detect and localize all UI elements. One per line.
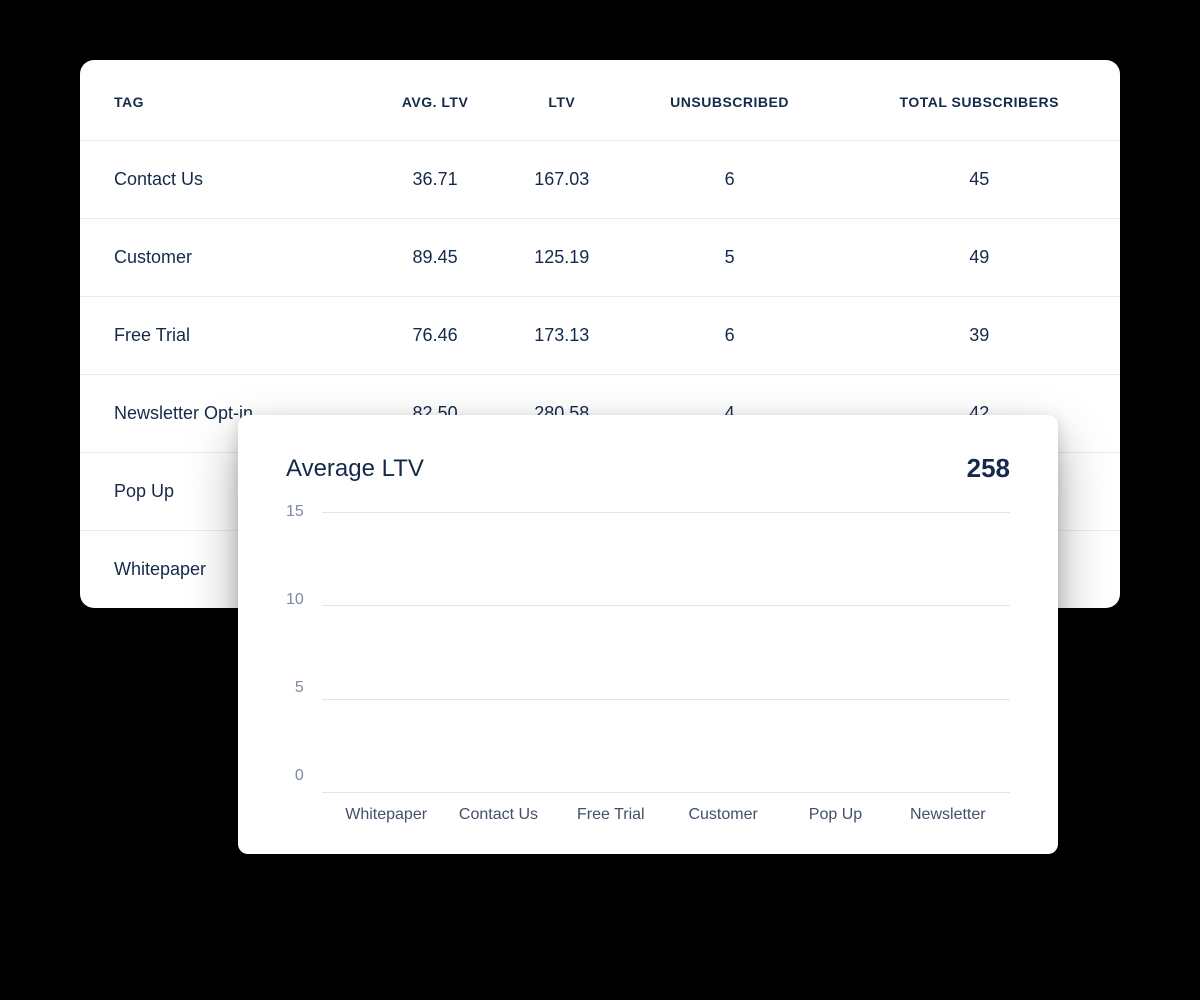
- cell-tag: Free Trial: [80, 297, 367, 375]
- x-tick-label: Customer: [673, 806, 773, 824]
- table-row: Free Trial76.46173.13639: [80, 297, 1120, 375]
- x-tick-label: Whitepaper: [336, 806, 436, 824]
- cell-total_subscribers: 49: [838, 219, 1120, 297]
- table-header-row: TAG AVG. LTV LTV UNSUBSCRIBED TOTAL SUBS…: [80, 60, 1120, 141]
- chart-header: Average LTV 258: [286, 453, 1010, 484]
- col-header-unsubscribed: UNSUBSCRIBED: [621, 60, 839, 141]
- y-tick-label: 10: [286, 592, 304, 608]
- table-row: Contact Us36.71167.03645: [80, 141, 1120, 219]
- cell-unsubscribed: 5: [621, 219, 839, 297]
- cell-avg_ltv: 89.45: [367, 219, 503, 297]
- x-tick-label: Pop Up: [785, 806, 885, 824]
- col-header-ltv: LTV: [503, 60, 621, 141]
- cell-avg_ltv: 76.46: [367, 297, 503, 375]
- col-header-avg-ltv: AVG. LTV: [367, 60, 503, 141]
- cell-ltv: 173.13: [503, 297, 621, 375]
- cell-total_subscribers: 45: [838, 141, 1120, 219]
- cell-tag: Customer: [80, 219, 367, 297]
- y-tick-label: 0: [286, 768, 304, 784]
- chart-plot-area: 15 10 5 0: [286, 512, 1010, 792]
- x-tick-label: Free Trial: [561, 806, 661, 824]
- chart-x-axis: Whitepaper Contact Us Free Trial Customer Po…: [324, 792, 1010, 824]
- cell-tag: Contact Us: [80, 141, 367, 219]
- x-tick-label: Newsletter: [898, 806, 998, 824]
- col-header-tag: TAG: [80, 60, 367, 141]
- average-ltv-chart-card: Average LTV 258 15 10 5 0 Whitepaper Cont…: [238, 415, 1058, 854]
- y-tick-label: 5: [286, 680, 304, 696]
- col-header-total-subscribers: TOTAL SUBSCRIBERS: [838, 60, 1120, 141]
- chart-plot: [322, 512, 1010, 792]
- cell-ltv: 167.03: [503, 141, 621, 219]
- y-tick-label: 15: [286, 504, 304, 520]
- cell-total_subscribers: 39: [838, 297, 1120, 375]
- cell-ltv: 125.19: [503, 219, 621, 297]
- cell-avg_ltv: 36.71: [367, 141, 503, 219]
- x-tick-label: Contact Us: [448, 806, 548, 824]
- chart-y-axis: 15 10 5 0: [286, 504, 322, 784]
- chart-bars: [322, 512, 1010, 792]
- table-row: Customer89.45125.19549: [80, 219, 1120, 297]
- grid-line: [322, 792, 1010, 793]
- chart-title: Average LTV: [286, 455, 424, 483]
- cell-unsubscribed: 6: [621, 141, 839, 219]
- cell-unsubscribed: 6: [621, 297, 839, 375]
- chart-summary-value: 258: [967, 453, 1010, 484]
